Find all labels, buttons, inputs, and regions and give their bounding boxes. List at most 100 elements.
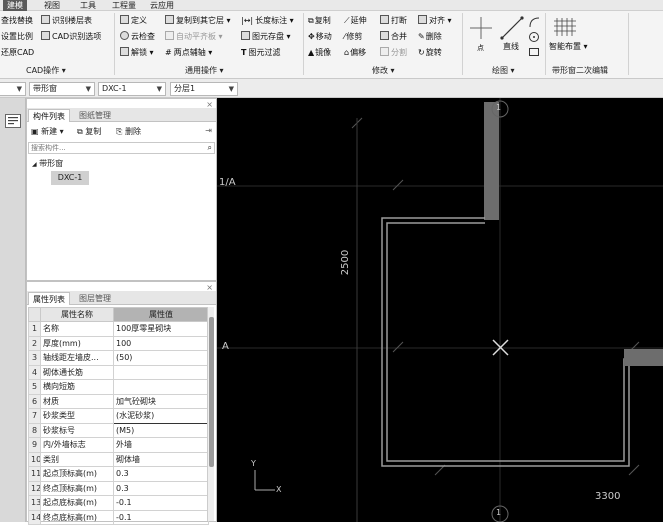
rectangle-tool-button[interactable] — [528, 46, 540, 58]
find-replace-button[interactable]: 查找替换 — [1, 14, 33, 27]
grid-layout-icon — [554, 18, 576, 36]
hash-icon: # — [165, 48, 172, 57]
menu-quantities[interactable]: 工程量 — [108, 0, 140, 11]
length-annotation-button[interactable]: |↔| 长度标注 ▾ — [241, 14, 294, 27]
property-name: 砂浆类型 — [40, 408, 114, 424]
cad-options-button[interactable]: CAD识别选项 — [41, 30, 101, 43]
header-corner — [28, 307, 41, 322]
mirror-button[interactable]: ▲镜像 — [308, 46, 331, 59]
wall-segment-right[interactable] — [624, 349, 663, 366]
property-name: 砂浆标号 — [40, 422, 114, 438]
offset-button[interactable]: ⌂偏移 — [344, 46, 366, 59]
property-value[interactable]: 100厚零星砌块 — [113, 321, 209, 337]
arc-icon — [529, 17, 540, 28]
tab-component-list[interactable]: 构件列表 — [28, 109, 70, 122]
drawing-canvas[interactable]: 1 1 1/A A 2500 3300 Y X — [217, 98, 663, 522]
property-value-editing[interactable]: (水泥砂浆) — [113, 408, 209, 424]
set-scale-button[interactable]: 设置比例 — [1, 30, 33, 43]
element-filter-button[interactable]: T 图元过滤 — [241, 46, 280, 59]
copy-to-floor-button[interactable]: 复制到其它层 ▾ — [165, 14, 231, 27]
tab-drawing-management[interactable]: 图纸管理 — [75, 109, 115, 122]
wall-segment-top[interactable] — [484, 102, 499, 220]
menu-tools[interactable]: 工具 — [76, 0, 100, 11]
two-point-axis-button[interactable]: # 两点辅轴 ▾ — [165, 46, 212, 59]
cloud-check-button[interactable]: 云检查 — [120, 30, 155, 43]
merge-button[interactable]: 合并 — [380, 30, 407, 43]
unlock-button[interactable]: 解锁 ▾ — [120, 46, 154, 59]
copy-button[interactable]: ⧉复制 — [308, 14, 331, 27]
arc-tool-button[interactable] — [528, 16, 540, 28]
ribbon-window-outline[interactable] — [381, 217, 663, 467]
new-component-button[interactable]: ▣ 新建 ▾ — [31, 126, 64, 137]
delete-button[interactable]: ✎删除 — [418, 30, 442, 43]
line-label: 直线 — [503, 42, 519, 51]
property-name: 终点顶标高(m) — [40, 480, 114, 496]
dimension-label-2500: 2500 — [340, 249, 352, 276]
property-value[interactable]: 外墙 — [113, 437, 209, 453]
rectangle-icon — [529, 48, 539, 56]
chevron-down-icon: ▼ — [228, 85, 234, 93]
save-element-button[interactable]: 图元存盘 ▾ — [241, 30, 291, 43]
point-tool-button[interactable] — [470, 17, 492, 39]
property-panel: × 属性列表 图层管理 属性名称 属性值 1 名称 100厚零星砌块 2 厚度(mm)… — [26, 281, 217, 525]
delete-component-button[interactable]: ⎘ 删除 — [116, 126, 141, 137]
circle-icon — [529, 32, 539, 42]
copy-icon: ⧉ — [308, 16, 314, 25]
scrollbar-thumb[interactable] — [209, 317, 214, 467]
tree-node-ribbon-window[interactable]: ◢ 带形窗 — [32, 158, 63, 169]
property-value[interactable]: 100 — [113, 335, 209, 351]
component-type-dropdown[interactable]: 带形窗 ▼ — [29, 82, 95, 96]
property-value[interactable]: (50) — [113, 350, 209, 366]
group-label-cad-ops: CAD操作 ▾ — [26, 66, 66, 75]
property-name: 内/外墙标志 — [40, 437, 114, 453]
property-value[interactable]: (M5) — [113, 422, 209, 438]
component-list-panel: × 构件列表 图纸管理 ▣ 新建 ▾ ⧉ 复制 ⎘ 删除 ⇥ 搜索构件... ⌕… — [26, 98, 217, 281]
property-value[interactable] — [113, 364, 209, 380]
toolbar-stub-dropdown[interactable]: ▼ — [0, 82, 26, 96]
define-button[interactable]: 定义 — [120, 14, 147, 27]
property-value[interactable]: 加气砼砌块 — [113, 393, 209, 409]
extend-button[interactable]: ⟋延伸 — [344, 14, 367, 27]
rotate-button[interactable]: ↻旋转 — [418, 46, 442, 59]
smart-layout-button[interactable] — [553, 16, 577, 38]
property-value[interactable]: 砌体墙 — [113, 451, 209, 467]
identify-layer-table-button[interactable]: 识别楼层表 — [41, 14, 92, 27]
property-row: 2 厚度(mm) 100 — [28, 335, 209, 351]
copy-component-button[interactable]: ⧉ 复制 — [77, 126, 101, 137]
property-value[interactable]: 0.3 — [113, 480, 209, 496]
panel-expand-icon[interactable]: ⇥ — [205, 126, 212, 135]
menu-cloud-apps[interactable]: 云应用 — [146, 0, 178, 11]
tab-layer-management[interactable]: 图层管理 — [75, 292, 115, 305]
ribbon: 查找替换 识别楼层表 设置比例 CAD识别选项 还原CAD CAD操作 ▾ 定义… — [0, 11, 663, 79]
align-button[interactable]: 对齐 ▾ — [418, 14, 452, 27]
dimension-label-3300: 3300 — [595, 491, 621, 502]
restore-cad-button[interactable]: 还原CAD — [1, 46, 34, 59]
property-table-header: 属性名称 属性值 — [28, 307, 209, 322]
property-value[interactable]: -0.1 — [113, 509, 209, 525]
break-button[interactable]: 打断 — [380, 14, 407, 27]
property-row: 5 横向短筋 — [28, 379, 209, 395]
trim-button[interactable]: ⁄修剪 — [344, 30, 362, 43]
circle-tool-button[interactable] — [528, 31, 540, 43]
unlock-icon — [120, 47, 129, 56]
navigation-tree-button[interactable] — [5, 114, 21, 128]
property-value[interactable]: 0.3 — [113, 466, 209, 482]
move-button[interactable]: ✥移动 — [308, 30, 332, 43]
collapse-triangle-icon: ◢ — [32, 161, 37, 168]
group-label-draw: 绘图 ▾ — [492, 66, 515, 75]
property-value[interactable] — [113, 379, 209, 395]
layer-dropdown[interactable]: 分层1 ▼ — [170, 82, 238, 96]
tree-node-dxc-1[interactable]: DXC-1 — [51, 171, 89, 185]
tab-property-list[interactable]: 属性列表 — [28, 292, 70, 305]
property-scrollbar[interactable] — [207, 307, 214, 521]
component-name-dropdown[interactable]: DXC-1 ▼ — [98, 82, 166, 96]
menu-view[interactable]: 视图 — [40, 0, 64, 11]
point-label: 点 — [477, 44, 484, 52]
property-value[interactable]: -0.1 — [113, 495, 209, 511]
delete-icon: ⎘ — [116, 127, 123, 136]
group-separator — [462, 13, 463, 75]
line-tool-button[interactable] — [500, 16, 524, 40]
component-search-input[interactable]: 搜索构件... ⌕ — [28, 142, 215, 154]
split-button: 分割 — [380, 46, 407, 59]
menu-modeling[interactable]: 建模 — [3, 0, 27, 11]
